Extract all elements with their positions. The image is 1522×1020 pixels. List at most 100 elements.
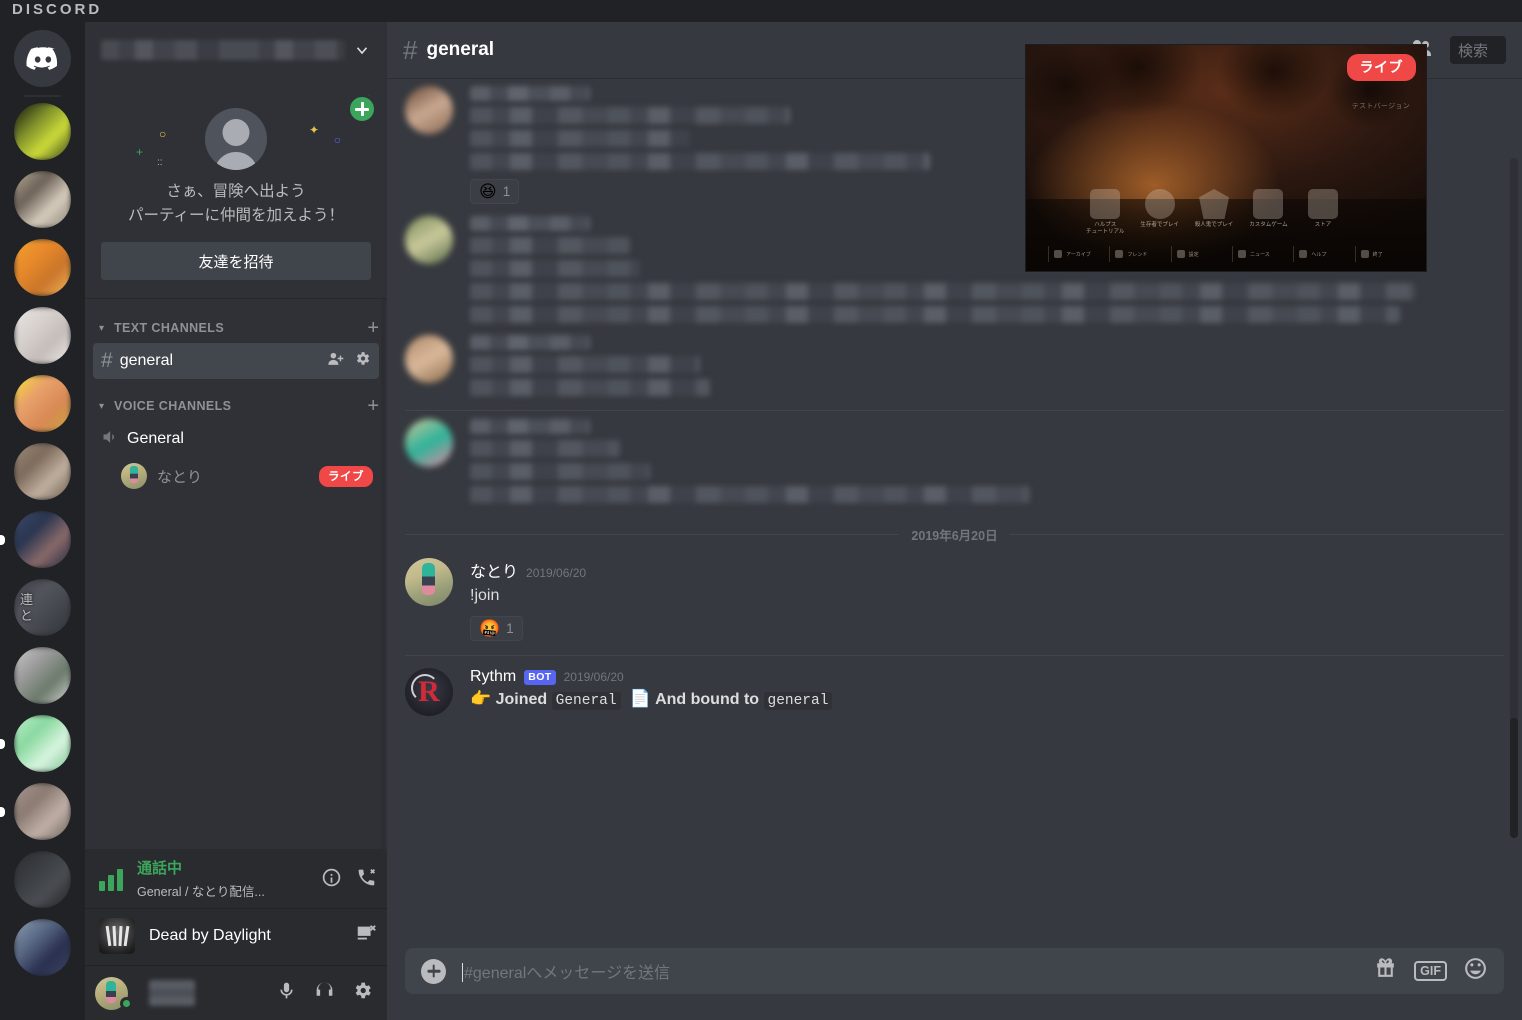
sidebar-voice-channel-general[interactable]: General (93, 421, 379, 457)
sidebar-channel-general[interactable]: # general (93, 343, 379, 380)
chevron-down-icon[interactable]: ▾ (99, 401, 111, 412)
channel-sidebar: ○ + :: ✦ ○ さぁ、冒険へ出よう パーティーに仲間を加えよう！ 友達を招… (85, 0, 387, 1020)
server-icon-8[interactable]: 連 と (14, 579, 71, 636)
voice-status-subtitle: General / なとり配信... (137, 885, 265, 899)
message-author[interactable]: Rythm (470, 668, 516, 686)
server-name-blurred (101, 40, 345, 60)
server-icon-12[interactable] (14, 851, 71, 908)
reaction-emoji: 🤬 (479, 619, 501, 639)
message-author[interactable]: なとり (470, 558, 518, 582)
store-icon: ストア (1296, 189, 1350, 229)
stream-bottom-label: ニュース (1249, 251, 1270, 258)
avatar-placeholder-icon (205, 108, 267, 170)
message-reaction[interactable]: 😆 1 (470, 179, 520, 204)
edit-channel-icon[interactable] (354, 350, 371, 372)
stop-stream-icon[interactable] (355, 923, 377, 950)
stream-bottom-item: 終了 (1354, 246, 1412, 262)
message-text-blurred (470, 283, 1415, 300)
avatar[interactable] (405, 216, 453, 264)
message-text-blurred (470, 153, 930, 170)
placeholder-text: #generalへメッセージを送信 (464, 965, 670, 982)
dead-by-daylight-icon (99, 918, 135, 954)
message-text-blurred (470, 356, 700, 373)
date-divider: 2019年6月20日 (405, 525, 1505, 544)
titlebar: DISCORD (0, 0, 1522, 22)
stream-bottom-icon (1115, 250, 1124, 258)
message-text-blurred (470, 237, 630, 254)
message-text-blurred (470, 379, 710, 396)
add-plus-badge-icon (347, 94, 377, 124)
server-icon-11[interactable] (14, 783, 71, 840)
message-reaction[interactable]: 🤬 1 (470, 616, 523, 642)
server-icon-9[interactable] (14, 647, 71, 704)
speaker-icon (101, 427, 127, 452)
avatar (121, 463, 147, 490)
message-input-placeholder: #generalへメッセージを送信 (462, 959, 1373, 983)
server-icon-5[interactable] (14, 375, 71, 432)
server-icon-10[interactable] (14, 715, 71, 772)
message-text-blurred (470, 306, 1400, 323)
server-icon-3[interactable] (14, 239, 71, 296)
avatar[interactable] (405, 419, 453, 467)
username-blurred (149, 980, 195, 1006)
voice-member-natori[interactable]: なとり ライブ (115, 459, 379, 493)
avatar[interactable] (405, 335, 453, 383)
stream-menu-label: ハルプス チュートリアル (1085, 222, 1125, 236)
settings-gear-icon[interactable] (352, 980, 373, 1006)
bot-joined-channel: General (551, 692, 621, 711)
message-input[interactable]: #generalへメッセージを送信 GIF (405, 948, 1504, 994)
sidebar-scrollbar[interactable] (379, 299, 385, 850)
voice-status-title: 通話中 (137, 860, 183, 878)
server-icon-6[interactable] (14, 443, 71, 500)
sparkle-plus-green-icon: + (136, 145, 144, 159)
add-friend-avatar-illustration: ○ + :: ✦ ○ (101, 94, 377, 180)
store-icon-glyph (1307, 189, 1338, 219)
search-input[interactable]: 検索 (1450, 36, 1506, 64)
message-bot: R Rythm BOT 2019/06/20 👉 Joined General … (387, 656, 1522, 720)
server-icon-1[interactable] (14, 103, 71, 160)
server-icon-4[interactable] (14, 307, 71, 364)
stream-preview-overlay[interactable]: ライブ テストバージョン ハルプス チュートリアル 生存者でプレイ 殺人鬼でプレイ カ… (1025, 44, 1427, 272)
chevron-down-icon[interactable]: ▾ (99, 323, 111, 334)
server-name-header[interactable] (85, 22, 387, 78)
category-voice-channels[interactable]: ▾ VOICE CHANNELS + (85, 393, 387, 419)
message-blurred (387, 327, 1522, 400)
info-icon[interactable] (321, 867, 342, 893)
avatar[interactable] (405, 86, 453, 134)
microphone-icon[interactable] (276, 980, 297, 1006)
gift-icon[interactable] (1373, 956, 1398, 986)
add-channel-icon[interactable]: + (367, 396, 379, 416)
invite-friends-button[interactable]: 友達を招待 (101, 242, 371, 281)
unread-indicator (0, 535, 5, 545)
chevron-down-icon[interactable] (353, 41, 371, 59)
page-title: general (426, 39, 495, 60)
stream-bottom-icon (1176, 250, 1185, 258)
gif-icon[interactable]: GIF (1414, 961, 1447, 981)
emoji-icon[interactable] (1463, 956, 1488, 986)
add-channel-icon[interactable]: + (367, 318, 379, 338)
message-blurred (387, 411, 1522, 507)
stream-bottom-item: ヘルプ (1293, 246, 1350, 262)
discord-home-icon[interactable] (14, 30, 71, 87)
disconnect-call-icon[interactable] (356, 867, 377, 893)
message-text-blurred (470, 260, 640, 277)
voice-member-name: なとり (157, 468, 203, 486)
message-composer-wrap: #generalへメッセージを送信 GIF (387, 948, 1522, 1020)
server-icon-7[interactable] (14, 511, 71, 568)
category-text-channels[interactable]: ▾ TEXT CHANNELS + (85, 315, 387, 341)
server-icon-2[interactable] (14, 171, 71, 228)
stream-bottom-icon (1299, 250, 1308, 258)
category-label: VOICE CHANNELS (114, 399, 232, 414)
avatar[interactable] (405, 558, 453, 606)
custom-game-icon: カスタムゲーム (1241, 189, 1295, 229)
plus-circle-icon[interactable] (421, 958, 446, 984)
create-invite-icon[interactable] (327, 350, 344, 372)
date-divider-label: 2019年6月20日 (911, 529, 998, 543)
server-rail[interactable]: 連 と (0, 0, 85, 1020)
headphones-icon[interactable] (314, 980, 335, 1006)
channel-list: ▾ TEXT CHANNELS + # general ▾ VOICE CHAN… (85, 299, 387, 850)
avatar[interactable]: R (405, 668, 453, 717)
vertical-scrollbar[interactable] (1510, 158, 1518, 838)
server-icon-13[interactable] (14, 919, 71, 976)
survivor-icon: 生存者でプレイ (1132, 189, 1186, 229)
